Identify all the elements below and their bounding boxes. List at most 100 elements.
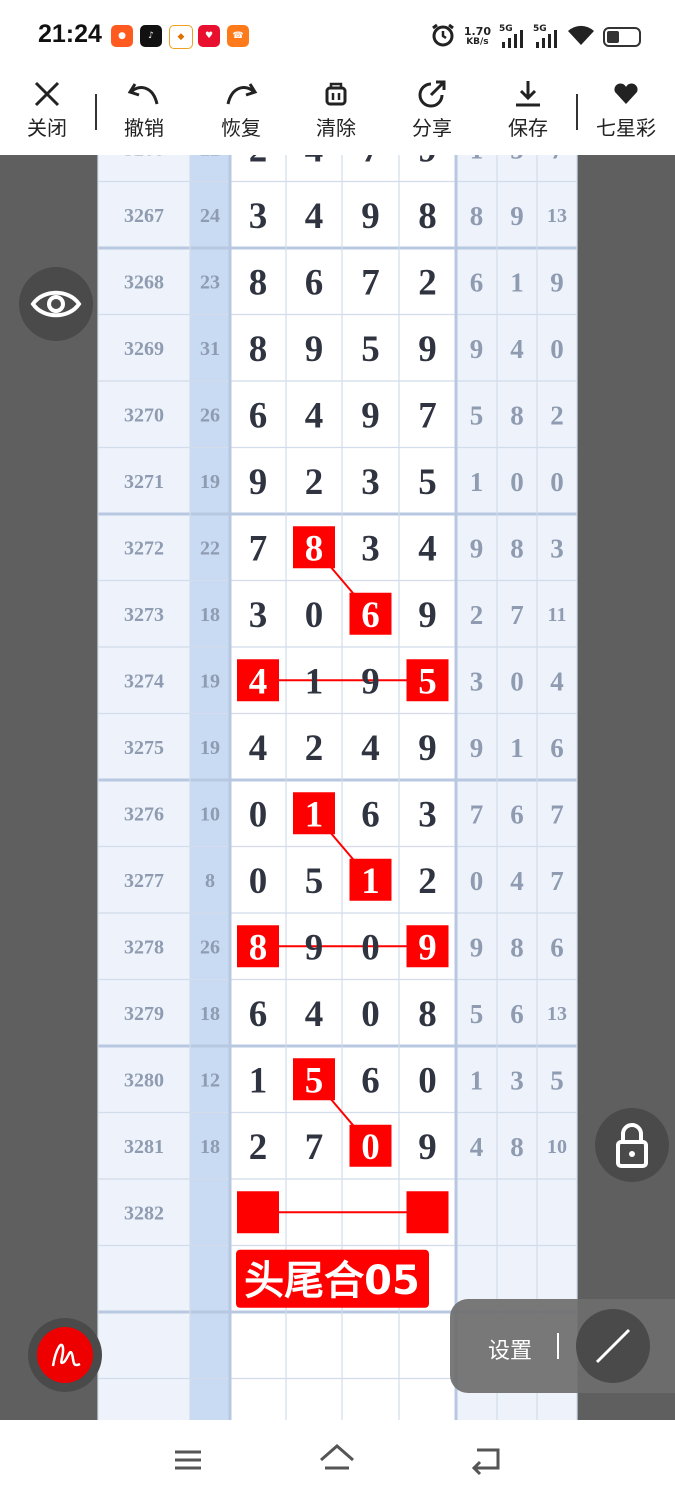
issue-number: 3266	[124, 155, 164, 160]
share-icon	[418, 80, 446, 108]
issue-number: 3271	[124, 471, 164, 493]
stat-value: 9	[550, 267, 564, 297]
share-label: 分享	[412, 116, 452, 140]
draw-digit: 9	[418, 927, 437, 968]
stat-value: 5	[470, 400, 484, 430]
clear-icon	[325, 82, 347, 106]
settings-panel: 设置	[450, 1299, 675, 1393]
stat-value: 6	[550, 932, 564, 962]
home-icon	[320, 1444, 354, 1470]
stat-value: 1	[510, 267, 524, 297]
stat-value: 6	[510, 999, 524, 1029]
net-speed-value: 1.70	[463, 25, 491, 38]
stat-value: 0	[470, 866, 484, 896]
status-bar: 21:24 ● ♪ ◆ ♥ ☎ 1.70 KB/s 5G 5G	[0, 0, 675, 72]
issue-number: 3275	[124, 737, 164, 759]
chart-canvas[interactable]: 3266222479157326724349889133268238672619…	[0, 155, 675, 1420]
redo-button[interactable]: 恢复	[201, 78, 281, 141]
stat-value: 9	[470, 733, 484, 763]
lock-button[interactable]	[595, 1108, 669, 1182]
stat-value: 0	[550, 467, 564, 497]
draw-digit: 7	[418, 395, 437, 436]
signal-label: 5G	[533, 24, 547, 34]
pen-tool-button[interactable]	[28, 1318, 102, 1392]
stat-value: 1	[470, 467, 484, 497]
stat-value: 8	[510, 400, 524, 430]
line-tool-button[interactable]	[576, 1309, 650, 1383]
draw-digit: 9	[361, 395, 380, 436]
draw-digit: 2	[418, 861, 437, 902]
draw-digit: 1	[249, 1060, 268, 1101]
stat-value: 7	[550, 866, 564, 896]
menu-button[interactable]	[170, 1442, 206, 1482]
annotation-text: 头尾合05	[244, 1258, 420, 1304]
draw-digit: 6	[361, 1060, 380, 1101]
lottery-trend-table: 3266222479157326724349889133268238672619…	[97, 155, 578, 1420]
lottery-type-dropdown[interactable]: 七星彩	[586, 78, 666, 141]
stat-value: 7	[510, 600, 524, 630]
draw-digit: 9	[418, 329, 437, 370]
highlight-square	[237, 1191, 279, 1234]
clear-button[interactable]: 清除	[296, 78, 376, 141]
draw-digit: 0	[418, 1060, 437, 1101]
draw-digit: 9	[418, 728, 437, 769]
stat-value: 6	[550, 733, 564, 763]
issue-number: 3269	[124, 338, 164, 360]
draw-digit: 3	[249, 595, 268, 636]
issue-number: 3276	[124, 803, 164, 825]
stat-value: 11	[548, 604, 567, 626]
stat-value: 9	[470, 334, 484, 364]
digit-sum: 12	[200, 1069, 220, 1091]
digit-sum: 19	[200, 670, 220, 692]
home-button[interactable]	[318, 1442, 356, 1482]
draw-digit: 0	[361, 994, 380, 1035]
draw-digit: 2	[249, 155, 268, 170]
digit-sum: 26	[200, 404, 220, 426]
stat-value: 5	[470, 999, 484, 1029]
clear-label: 清除	[316, 116, 356, 140]
settings-divider	[557, 1333, 559, 1359]
draw-digit: 3	[361, 528, 380, 569]
eye-icon	[30, 290, 82, 318]
stat-value: 0	[550, 334, 564, 364]
draw-digit: 4	[249, 728, 268, 769]
share-button[interactable]: 分享	[392, 78, 472, 141]
draw-digit: 7	[305, 1127, 324, 1168]
highlight-square	[406, 1191, 449, 1234]
digit-sum: 18	[200, 604, 220, 626]
draw-digit: 5	[305, 861, 324, 902]
net-speed-unit: KB/s	[466, 37, 489, 47]
undo-icon	[127, 83, 159, 105]
lock-icon	[616, 1123, 648, 1168]
tiktok-icon: ♪	[140, 25, 162, 47]
toggle-visibility-button[interactable]	[19, 267, 93, 341]
draw-digit: 8	[418, 994, 437, 1035]
app-notification-icon: ♥	[198, 25, 220, 47]
close-button[interactable]: 关闭	[7, 78, 87, 141]
stat-value: 3	[470, 666, 484, 696]
issue-number: 3268	[124, 271, 164, 293]
draw-digit: 9	[361, 196, 380, 237]
stat-value: 3	[510, 1065, 524, 1095]
digit-sum: 22	[200, 537, 220, 559]
signal-icon: 5G	[499, 24, 525, 48]
undo-button[interactable]: 撤销	[104, 78, 184, 141]
drawing-toolbar: 关闭 撤销 恢复 清除 分享 保存 七星彩	[0, 72, 675, 155]
issue-number: 3279	[124, 1003, 164, 1025]
save-button[interactable]: 保存	[488, 78, 568, 141]
issue-number: 3277	[124, 870, 164, 892]
close-icon	[34, 81, 60, 107]
draw-digit: 8	[305, 528, 324, 569]
heart-icon	[614, 83, 638, 104]
signal-label: 5G	[499, 24, 513, 34]
digit-sum: 22	[200, 155, 220, 160]
back-button[interactable]	[468, 1442, 504, 1482]
draw-digit: 0	[305, 595, 324, 636]
settings-button[interactable]: 设置	[488, 1333, 532, 1365]
stat-value: 10	[547, 1136, 567, 1158]
close-label: 关闭	[27, 116, 67, 140]
stat-value: 6	[510, 799, 524, 829]
digit-sum: 10	[200, 803, 220, 825]
draw-digit: 7	[249, 528, 268, 569]
stat-value: 8	[510, 1132, 524, 1162]
